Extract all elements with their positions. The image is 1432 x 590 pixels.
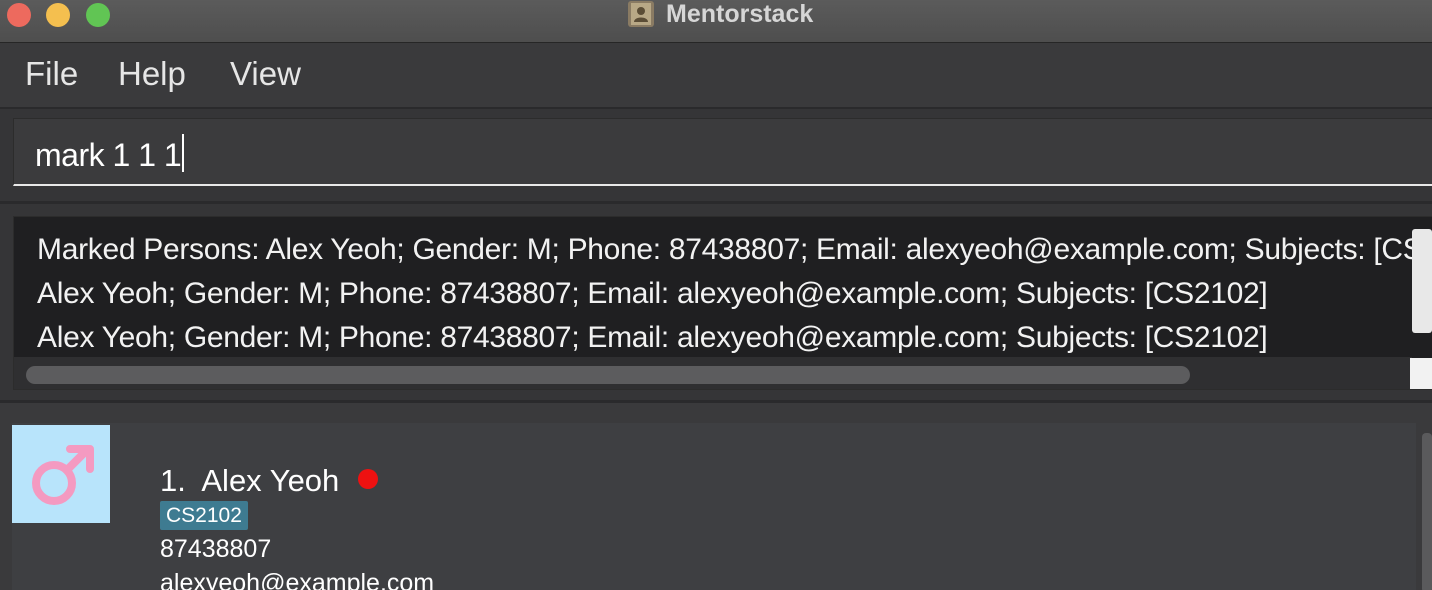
- male-symbol-icon: [32, 445, 94, 505]
- menu-help[interactable]: Help: [118, 55, 186, 93]
- command-input-text: mark 1 1 1: [35, 134, 185, 174]
- command-area: mark 1 1 1: [0, 109, 1432, 204]
- horizontal-scroll-thumb[interactable]: [26, 366, 1190, 384]
- app-window: Mentorstack File Help View mark 1 1 1 Ma…: [0, 0, 1432, 590]
- result-line: Alex Yeoh; Gender: M; Phone: 87438807; E…: [37, 277, 1268, 310]
- menu-file[interactable]: File: [25, 55, 78, 93]
- text-caret: [182, 134, 185, 172]
- list-vertical-scrollbar[interactable]: [1422, 433, 1432, 590]
- scroll-corner: [1410, 358, 1432, 389]
- person-email: alexyeoh@example.com: [160, 569, 435, 590]
- window-maximize-button[interactable]: [86, 3, 110, 27]
- person-list: 1. Alex Yeoh CS2102 87438807 alexyeoh@ex…: [0, 403, 1432, 590]
- person-name: Alex Yeoh: [201, 463, 340, 498]
- window-title: Mentorstack: [666, 0, 814, 28]
- subject-tag: CS2102: [160, 501, 248, 530]
- command-input[interactable]: mark 1 1 1: [13, 118, 1432, 186]
- command-value: mark 1 1 1: [35, 137, 182, 173]
- person-card[interactable]: 1. Alex Yeoh CS2102 87438807 alexyeoh@ex…: [12, 423, 1416, 590]
- marked-status-icon: [357, 469, 378, 489]
- window-close-button[interactable]: [7, 3, 31, 27]
- contacts-icon: [628, 1, 654, 27]
- window-minimize-button[interactable]: [46, 3, 70, 27]
- window-title-group: Mentorstack: [628, 0, 813, 28]
- result-display[interactable]: Marked Persons: Alex Yeoh; Gender: M; Ph…: [13, 216, 1432, 390]
- menu-view[interactable]: View: [230, 55, 301, 93]
- horizontal-scrollbar[interactable]: [14, 357, 1412, 389]
- vertical-scroll-thumb[interactable]: [1412, 229, 1432, 333]
- result-display-area: Marked Persons: Alex Yeoh; Gender: M; Ph…: [0, 204, 1432, 403]
- person-index: 1.: [160, 463, 186, 498]
- person-name-row: 1. Alex Yeoh: [160, 463, 378, 499]
- title-bar: Mentorstack: [0, 0, 1432, 43]
- avatar: [12, 425, 110, 523]
- result-line: Marked Persons: Alex Yeoh; Gender: M; Ph…: [37, 233, 1432, 266]
- menu-bar: File Help View: [0, 43, 1432, 109]
- person-phone: 87438807: [160, 535, 272, 563]
- result-line: Alex Yeoh; Gender: M; Phone: 87438807; E…: [37, 321, 1268, 354]
